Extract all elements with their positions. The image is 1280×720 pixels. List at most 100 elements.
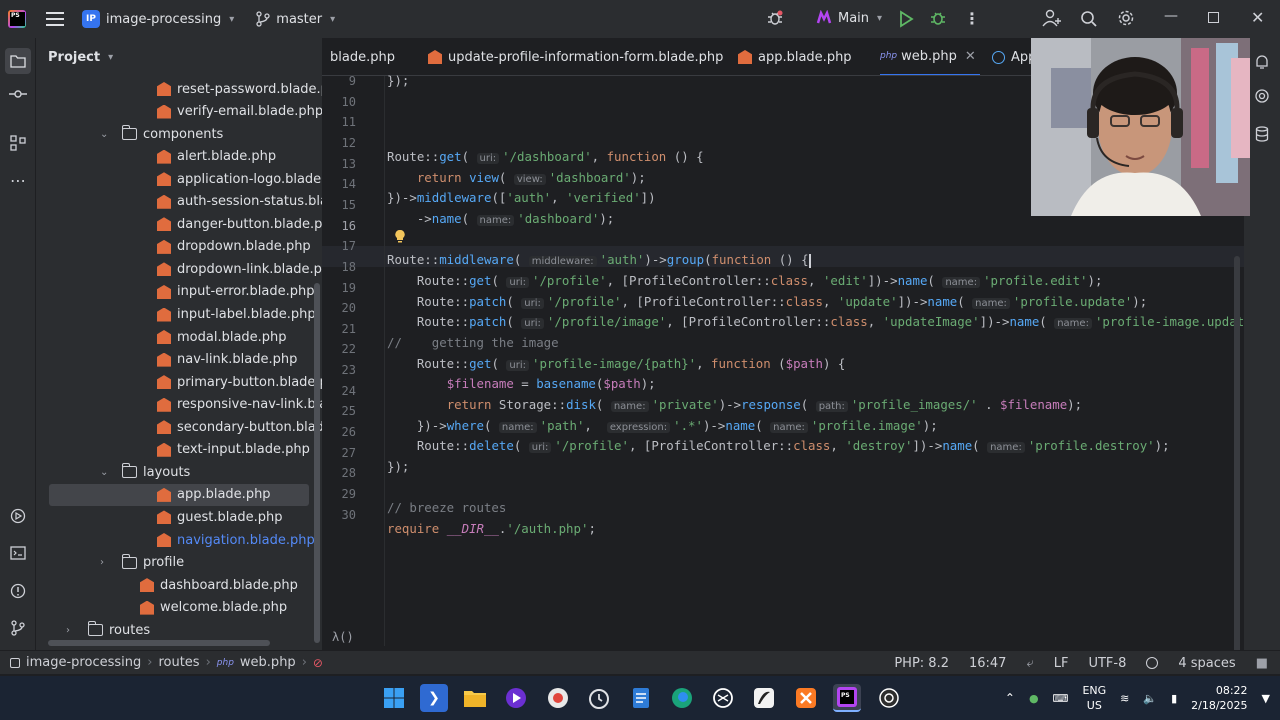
wifi-icon[interactable]: ≋ xyxy=(1120,692,1129,705)
line-number[interactable]: 18 xyxy=(322,257,356,277)
clock[interactable]: 08:22 2/18/2025 xyxy=(1191,683,1247,713)
tree-vertical-scrollbar[interactable] xyxy=(314,283,320,643)
soft-wrap-icon[interactable]: ⤶ xyxy=(1026,656,1033,671)
more-tools-icon[interactable]: ⋯ xyxy=(8,170,28,190)
breadcrumb-project[interactable]: image-processing xyxy=(26,655,141,670)
tab-update-profile-information-form[interactable]: update-profile-information-form.blade.ph… xyxy=(428,38,723,75)
tree-file[interactable]: navigation.blade.php xyxy=(157,529,315,551)
tree-file[interactable]: primary-button.blade.php xyxy=(157,371,322,393)
main-menu-icon[interactable] xyxy=(46,12,64,26)
line-number[interactable]: 30 xyxy=(322,505,356,525)
tree-file[interactable]: dropdown.blade.php xyxy=(157,236,311,258)
tree-file[interactable]: app.blade.php xyxy=(49,483,309,506)
debug-bug-icon[interactable] xyxy=(766,9,784,27)
tree-file[interactable]: welcome.blade.php xyxy=(140,597,287,619)
line-number[interactable]: 16 xyxy=(322,216,356,236)
run-config-selector[interactable]: Main ▾ xyxy=(816,10,882,26)
tree-file[interactable]: nav-link.blade.php xyxy=(157,349,297,371)
feather-app-icon[interactable] xyxy=(750,684,778,712)
file-explorer-icon[interactable] xyxy=(461,684,489,712)
notes-app-icon[interactable] xyxy=(627,684,655,712)
tree-file[interactable]: verify-email.blade.php xyxy=(157,101,322,123)
tree-folder[interactable]: ⌄ layouts xyxy=(100,461,190,483)
tree-file[interactable]: input-label.blade.php xyxy=(157,304,316,326)
tree-file[interactable]: text-input.blade.php xyxy=(157,439,310,461)
project-folder-icon[interactable] xyxy=(5,48,31,74)
line-number[interactable]: 20 xyxy=(322,298,356,318)
minimize-icon[interactable]: — xyxy=(1164,8,1178,24)
edge-browser-icon[interactable] xyxy=(668,684,696,712)
no-symbol-icon[interactable]: ⊘ xyxy=(313,656,323,670)
line-separator[interactable]: LF xyxy=(1054,656,1069,671)
windows-start-icon[interactable] xyxy=(380,684,408,712)
terminal-icon[interactable] xyxy=(8,543,28,563)
close-icon[interactable]: ✕ xyxy=(1251,8,1264,27)
project-panel-header[interactable]: Project ▾ xyxy=(36,38,322,76)
line-number[interactable]: 19 xyxy=(322,278,356,298)
notifications-icon[interactable] xyxy=(1252,52,1272,72)
phpstorm-taskbar-icon[interactable]: PS xyxy=(833,684,861,712)
tree-folder[interactable]: › profile xyxy=(100,552,184,574)
branch-selector[interactable]: master ▾ xyxy=(256,11,335,27)
tree-file[interactable]: danger-button.blade.php xyxy=(157,213,322,235)
add-user-icon[interactable] xyxy=(1042,9,1062,31)
line-number[interactable]: 9 xyxy=(322,71,356,91)
line-number[interactable]: 23 xyxy=(322,360,356,380)
tree-file[interactable]: modal.blade.php xyxy=(157,326,287,348)
tree-file[interactable]: input-error.blade.php xyxy=(157,281,315,303)
ai-assistant-icon[interactable] xyxy=(1252,86,1272,106)
tab-close-icon[interactable]: ✕ xyxy=(965,49,976,64)
maximize-icon[interactable] xyxy=(1208,12,1219,23)
tree-file[interactable]: dropdown-link.blade.php xyxy=(157,258,322,280)
git-icon[interactable] xyxy=(8,618,28,638)
line-number[interactable]: 13 xyxy=(322,154,356,174)
chevron-right-icon[interactable]: › xyxy=(66,625,80,636)
clock-app-icon[interactable] xyxy=(585,684,613,712)
project-selector[interactable]: IP image-processing ▾ xyxy=(82,10,234,28)
line-number[interactable]: 15 xyxy=(322,195,356,215)
media-player-icon[interactable] xyxy=(502,684,530,712)
battery-icon[interactable]: ▮ xyxy=(1171,692,1177,705)
structure-icon[interactable] xyxy=(8,133,28,153)
inspection-icon[interactable] xyxy=(1146,657,1159,669)
tree-file[interactable]: guest.blade.php xyxy=(157,506,282,528)
chevron-right-icon[interactable]: › xyxy=(100,557,114,568)
record-app-icon[interactable] xyxy=(544,684,572,712)
services-icon[interactable] xyxy=(8,506,28,526)
tree-file[interactable]: auth-session-status.blade.p xyxy=(157,191,322,213)
tree-file[interactable]: alert.blade.php xyxy=(157,146,276,168)
chatgpt-icon[interactable] xyxy=(709,684,737,712)
line-number[interactable]: 29 xyxy=(322,484,356,504)
line-number[interactable]: 28 xyxy=(322,463,356,483)
tab-app[interactable]: App xyxy=(992,38,1036,75)
powershell-icon[interactable]: ❯ xyxy=(420,684,448,712)
tree-file[interactable]: dashboard.blade.php xyxy=(140,574,298,596)
line-number[interactable]: 10 xyxy=(322,92,356,112)
problems-icon[interactable] xyxy=(8,581,28,601)
line-number[interactable]: 22 xyxy=(322,339,356,359)
line-number[interactable]: 14 xyxy=(322,174,356,194)
debug-icon[interactable] xyxy=(929,9,947,31)
cursor-position[interactable]: 16:47 xyxy=(969,656,1006,671)
line-number[interactable]: 26 xyxy=(322,422,356,442)
run-icon[interactable] xyxy=(898,10,914,32)
language-indicator[interactable]: ENG US xyxy=(1082,683,1106,713)
line-number[interactable]: 17 xyxy=(322,236,356,256)
editor-vertical-scrollbar[interactable] xyxy=(1234,256,1240,650)
line-number[interactable]: 27 xyxy=(322,443,356,463)
line-number[interactable]: 21 xyxy=(322,319,356,339)
tree-folder[interactable]: › routes xyxy=(66,619,150,641)
commit-icon[interactable] xyxy=(8,84,28,104)
database-icon[interactable] xyxy=(1252,124,1272,144)
notification-bell-icon[interactable]: ▼ xyxy=(1262,692,1270,705)
php-version[interactable]: PHP: 8.2 xyxy=(894,656,949,671)
tree-file[interactable]: application-logo.blade.php xyxy=(157,168,322,190)
volume-icon[interactable]: 🔈 xyxy=(1143,692,1157,705)
lock-icon[interactable]: ■ xyxy=(1256,656,1268,671)
microphone-icon[interactable]: ● xyxy=(1029,692,1039,705)
chevron-down-icon[interactable]: ⌄ xyxy=(100,467,114,478)
settings-gear-icon[interactable] xyxy=(1117,9,1135,31)
line-number[interactable]: 12 xyxy=(322,133,356,153)
indent-setting[interactable]: 4 spaces xyxy=(1178,656,1235,671)
line-number[interactable]: 24 xyxy=(322,381,356,401)
